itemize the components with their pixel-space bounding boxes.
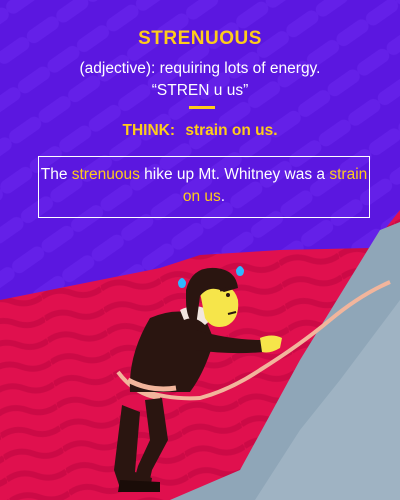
sweat-drop xyxy=(236,266,244,276)
hiker-torso xyxy=(129,311,214,392)
vocab-card: STRENUOUS (adjective): requiring lots of… xyxy=(0,0,400,500)
hiker-illustration xyxy=(114,266,391,492)
hiker-hand xyxy=(260,335,282,353)
sweat-drop xyxy=(178,278,186,288)
hiker-arm xyxy=(196,330,264,354)
